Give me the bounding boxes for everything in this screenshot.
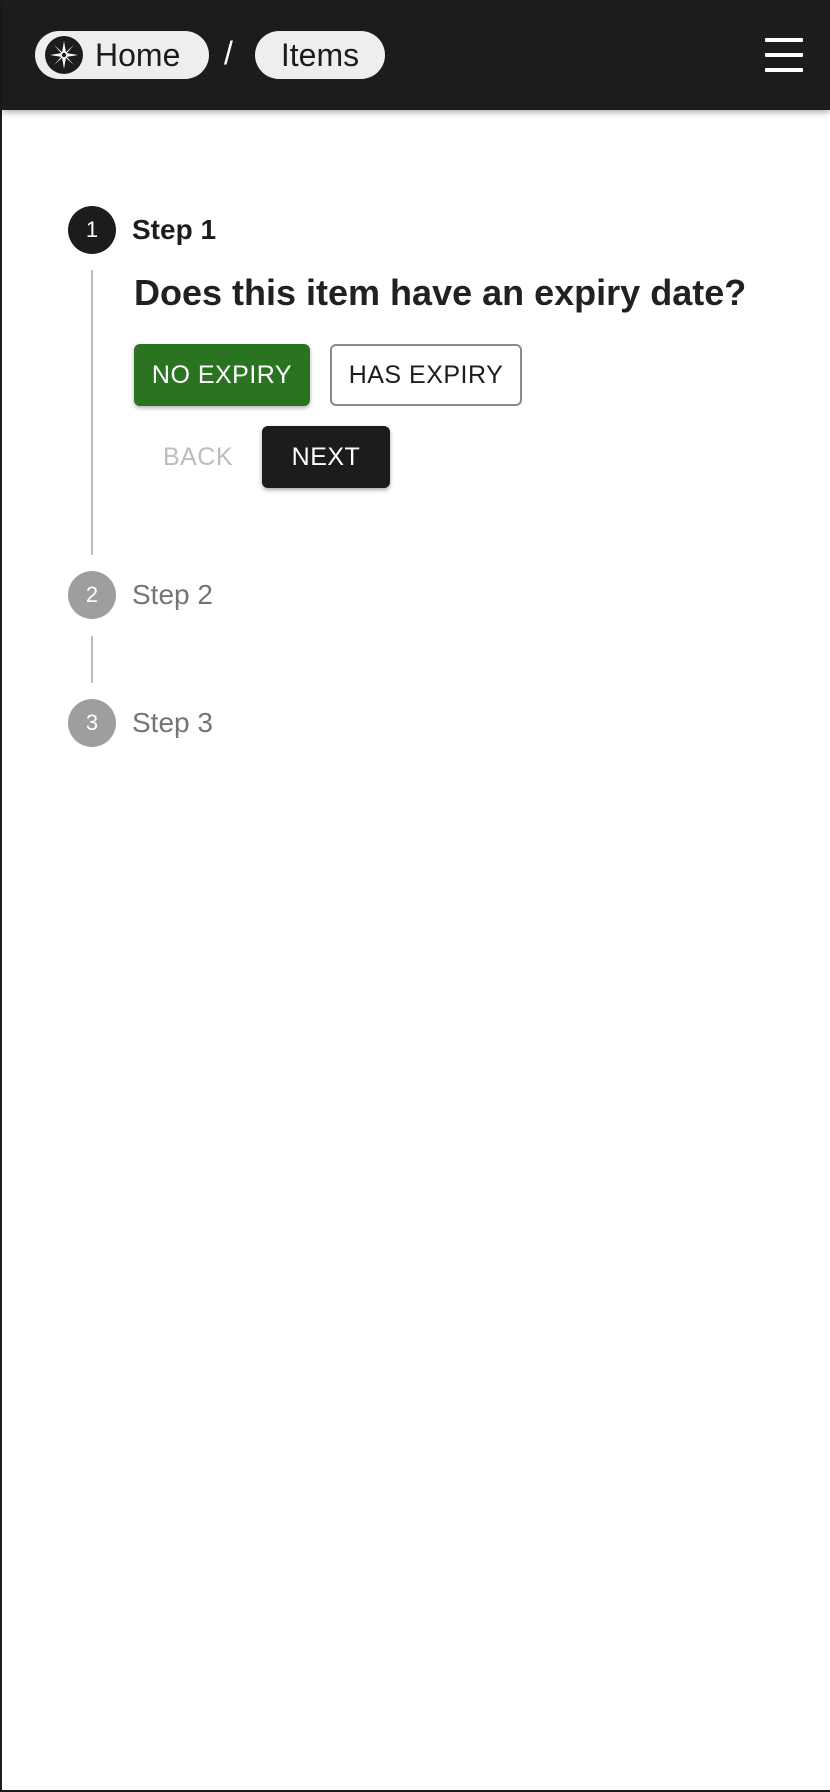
breadcrumb-home[interactable]: Home — [35, 31, 209, 79]
step-2-connector — [91, 636, 93, 683]
breadcrumb-items-label: Items — [280, 36, 360, 73]
app-bar: Home / Items — [2, 0, 830, 110]
back-button[interactable]: BACK — [142, 426, 254, 488]
step-1-connector — [91, 270, 93, 555]
step-3-indicator: 3 — [68, 699, 116, 747]
next-button[interactable]: NEXT — [262, 426, 390, 488]
compass-rose-icon — [45, 36, 83, 74]
step-2-label: Step 2 — [132, 579, 213, 610]
step-2-number: 2 — [85, 582, 99, 607]
step-1-number: 1 — [85, 217, 99, 242]
step-1-indicator: 1 — [68, 206, 116, 254]
step-2-indicator: 2 — [68, 571, 116, 619]
page: Home / Items 1 Step 1 Does this item hav… — [0, 0, 830, 1792]
step-question: Does this item have an expiry date? — [134, 272, 747, 313]
step-3-number: 3 — [85, 710, 99, 735]
step-1-label: Step 1 — [132, 214, 217, 245]
breadcrumb-items[interactable]: Items — [255, 31, 385, 79]
has-expiry-button[interactable]: HAS EXPIRY — [330, 344, 522, 406]
step-3-label: Step 3 — [132, 707, 213, 738]
breadcrumb-separator: / — [224, 35, 233, 71]
breadcrumb-home-label: Home — [95, 36, 181, 73]
hamburger-menu-icon[interactable] — [759, 38, 809, 72]
no-expiry-button[interactable]: NO EXPIRY — [134, 344, 310, 406]
